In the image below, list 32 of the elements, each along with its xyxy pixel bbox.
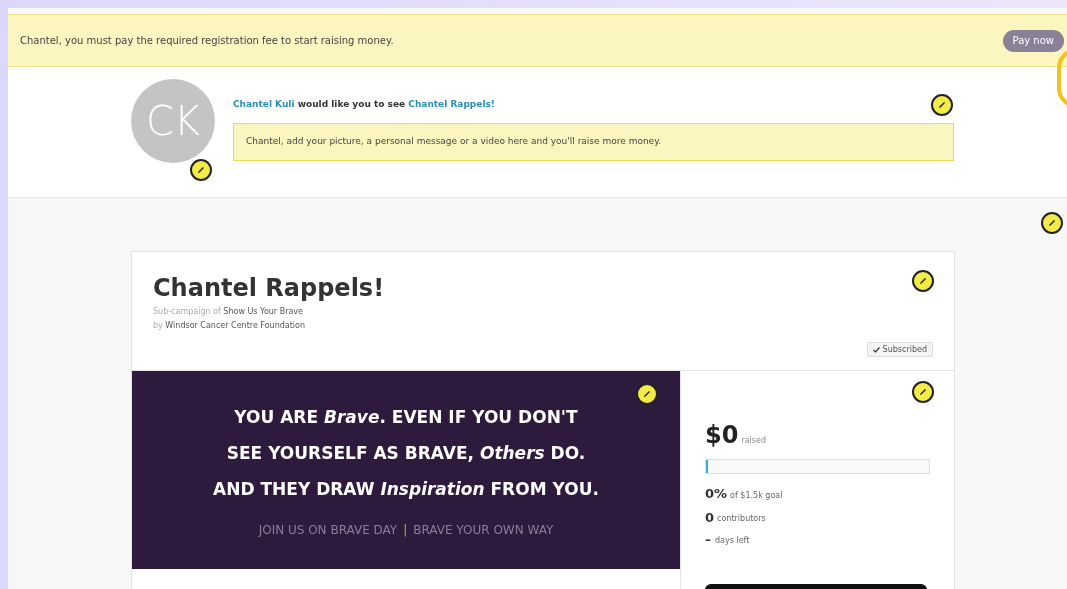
invite-text: Chantel Kuli would like you to see Chantel Rappels! bbox=[233, 98, 495, 112]
contributors-count: 0 bbox=[705, 508, 715, 527]
percent-value: 0% bbox=[705, 485, 728, 503]
pay-now-button[interactable]: Pay now bbox=[1002, 29, 1064, 52]
goal-label: of $1.5k goal bbox=[730, 489, 783, 502]
banner-headline: SEE YOURSELF AS BRAVE, Others DO. bbox=[226, 442, 586, 465]
contributors-label: contributors bbox=[717, 513, 766, 525]
edit-icon[interactable] bbox=[190, 159, 212, 181]
raised-amount: $0 bbox=[705, 423, 739, 447]
banner-headline: YOU ARE Brave. EVEN IF YOU DON'T bbox=[234, 406, 578, 429]
edit-icon[interactable] bbox=[1041, 212, 1063, 234]
edit-icon[interactable] bbox=[931, 94, 953, 116]
avatar: CK bbox=[131, 79, 215, 163]
organizer-text: by Windsor Cancer Centre Foundation bbox=[153, 320, 307, 332]
banner-headline: AND THEY DRAW Inspiration FROM YOU. bbox=[213, 478, 599, 501]
banner-tagline: BRAVE YOUR OWN WAY bbox=[413, 522, 554, 539]
notice-text: Chantel, you must pay the required registration fee to start raising money. bbox=[20, 34, 394, 48]
banner-tagline: JOIN US ON BRAVE DAY bbox=[258, 522, 398, 539]
days-label: days left bbox=[715, 535, 750, 547]
campaign-title: Chantel Rappels! bbox=[153, 273, 385, 304]
subscribed-button[interactable]: Subscribed bbox=[866, 342, 933, 357]
campaign-link[interactable]: Chantel Rappels! bbox=[408, 99, 495, 110]
tagline-separator: | bbox=[403, 522, 408, 539]
raised-label: raised bbox=[741, 435, 766, 447]
inviter-link[interactable]: Chantel Kuli bbox=[233, 99, 295, 110]
edit-icon[interactable] bbox=[912, 270, 934, 292]
days-value: – bbox=[705, 532, 711, 549]
edit-icon[interactable] bbox=[912, 381, 934, 403]
hint-text: Chantel, add your picture, a personal message or a video here and you'll raise more money. bbox=[246, 135, 662, 149]
edit-icon[interactable] bbox=[636, 383, 658, 405]
subcampaign-text: Sub-campaign of Show Us Your Brave bbox=[153, 306, 304, 318]
check-icon bbox=[872, 346, 880, 353]
